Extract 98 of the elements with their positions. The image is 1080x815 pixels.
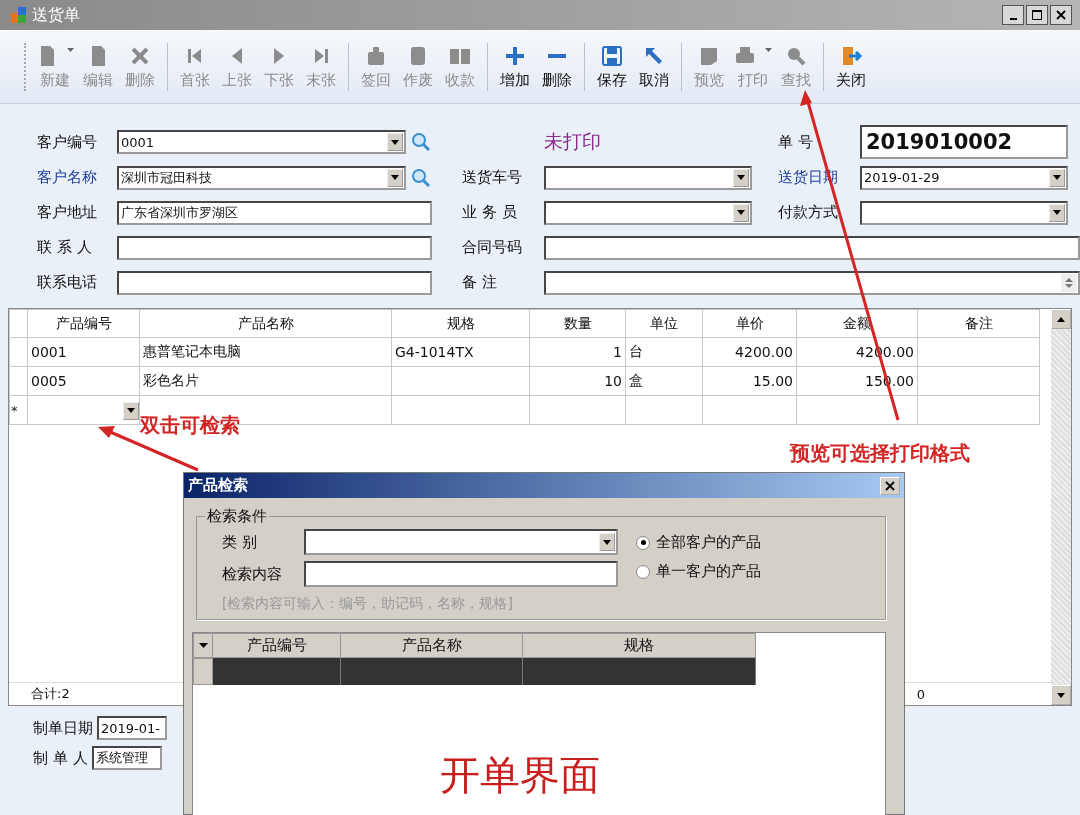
column-header[interactable]: 产品名称: [341, 633, 523, 658]
combo-field[interactable]: 深圳市冠田科技: [117, 165, 406, 190]
input-field[interactable]: [544, 235, 1080, 260]
caret-icon: [391, 175, 399, 180]
column-header[interactable]: 规格: [523, 633, 756, 658]
input-field[interactable]: 2019-01-: [97, 716, 167, 740]
field-label: 联系电话: [37, 273, 98, 292]
field-label: 合同号码: [462, 238, 523, 257]
table-cell: 台: [629, 343, 643, 359]
radio-icon[interactable]: [636, 564, 650, 579]
close-button[interactable]: [1050, 5, 1072, 25]
caret-icon: [603, 539, 611, 545]
window-title: 送货单: [32, 4, 80, 26]
table-cell: 4200.00: [735, 344, 793, 360]
save-button[interactable]: 保存: [591, 41, 633, 92]
column-header[interactable]: 单位: [625, 309, 703, 338]
combo-field[interactable]: 2019-01-29: [860, 165, 1068, 190]
maximize-button[interactable]: [1026, 5, 1048, 25]
group-title: 检索条件: [205, 507, 269, 526]
scroll-up-icon[interactable]: [1057, 316, 1065, 322]
remove-button[interactable]: 删除: [536, 41, 578, 92]
total-amount: 0: [916, 686, 925, 702]
search-icon[interactable]: [410, 131, 432, 153]
table-cell: 0005: [31, 373, 67, 389]
cancel-button[interactable]: 取消: [633, 41, 675, 92]
combo-field[interactable]: [860, 200, 1068, 225]
row-count: 合计:2: [31, 685, 70, 703]
new-row-marker: *: [11, 402, 18, 418]
minimize-button[interactable]: [1002, 5, 1024, 25]
remove-icon: [545, 51, 569, 60]
memo-field[interactable]: [544, 270, 1080, 295]
close-icon: [1056, 10, 1066, 20]
caret-icon: [127, 408, 135, 414]
input-field[interactable]: 系统管理: [91, 746, 162, 770]
combo-field[interactable]: [544, 165, 752, 190]
field-label: 制单日期: [33, 718, 93, 738]
scroll-down-icon[interactable]: [1057, 692, 1065, 698]
field-label: 单 号: [778, 132, 814, 152]
close-button[interactable]: 关闭: [830, 41, 872, 92]
table-cell: 惠普笔记本电脑: [143, 343, 241, 359]
caret-icon: [737, 210, 745, 215]
table-cell: G4-1014TX: [395, 344, 474, 360]
field-label: 客户地址: [37, 203, 98, 222]
field-label: 备 注: [462, 273, 498, 292]
input-field[interactable]: 广东省深圳市罗湖区: [117, 200, 432, 225]
column-header[interactable]: 产品编号: [213, 633, 341, 658]
field-label: 制 单 人: [33, 748, 88, 768]
annotation-text: 预览可选择打印格式: [790, 440, 970, 467]
add-button[interactable]: 增加: [494, 41, 536, 92]
column-header[interactable]: 产品编号: [27, 309, 140, 338]
input-field[interactable]: [117, 235, 432, 260]
field-label: 业 务 员: [462, 203, 518, 222]
table-cell: 盒: [629, 372, 643, 388]
annotation-text: 双击可检索: [140, 412, 240, 439]
caret-icon: [391, 139, 399, 145]
table-cell: 1: [613, 344, 622, 360]
field-label: 类 别: [222, 532, 258, 552]
caret-icon: [1053, 210, 1061, 215]
column-header[interactable]: 产品名称: [139, 309, 392, 338]
field-label: 送货车号: [462, 168, 523, 187]
caret-icon: [1053, 175, 1061, 180]
caret-icon: [198, 643, 208, 648]
radio-option[interactable]: 全部客户的产品: [636, 533, 761, 552]
input-field[interactable]: [304, 561, 618, 587]
spinner-icon[interactable]: [1064, 275, 1074, 290]
radio-icon[interactable]: [636, 535, 650, 550]
table-cell: 彩色名片: [143, 372, 199, 388]
table-cell: 15.00: [752, 373, 793, 389]
table-cell: 0001: [31, 344, 67, 360]
combo-field[interactable]: [544, 200, 752, 225]
maximize-icon: [1032, 10, 1042, 20]
column-header[interactable]: 规格: [391, 309, 530, 338]
dropdown-button[interactable]: [123, 401, 139, 420]
field-label: 客户名称: [37, 168, 98, 187]
field-label: 客户编号: [37, 132, 98, 152]
column-header[interactable]: 数量: [529, 309, 626, 338]
annotation-text: 开单界面: [440, 751, 600, 800]
field-label: 联 系 人: [37, 238, 93, 257]
minimize-icon: [1009, 18, 1017, 20]
field-label: 付款方式: [778, 203, 839, 222]
order-number-field: 2019010002: [860, 125, 1068, 159]
combo-field[interactable]: [304, 529, 618, 555]
radio-option[interactable]: 单一客户的产品: [636, 562, 761, 581]
print-status: 未打印: [544, 129, 602, 154]
caret-icon: [737, 175, 745, 180]
search-icon[interactable]: [410, 166, 432, 189]
input-field[interactable]: [117, 270, 432, 295]
field-label: 检索内容: [222, 564, 283, 584]
table-cell: 10: [604, 373, 622, 389]
dialog-title: 产品检索: [188, 476, 248, 495]
app-icon: [10, 6, 28, 24]
close-icon: [885, 480, 895, 491]
vertical-scrollbar[interactable]: [1051, 309, 1071, 705]
column-header[interactable]: 备注: [917, 309, 1040, 338]
column-menu-button[interactable]: [193, 633, 213, 658]
combo-field[interactable]: 0001: [117, 130, 406, 154]
column-header[interactable]: 单价: [702, 309, 797, 338]
save-icon: [600, 43, 624, 68]
